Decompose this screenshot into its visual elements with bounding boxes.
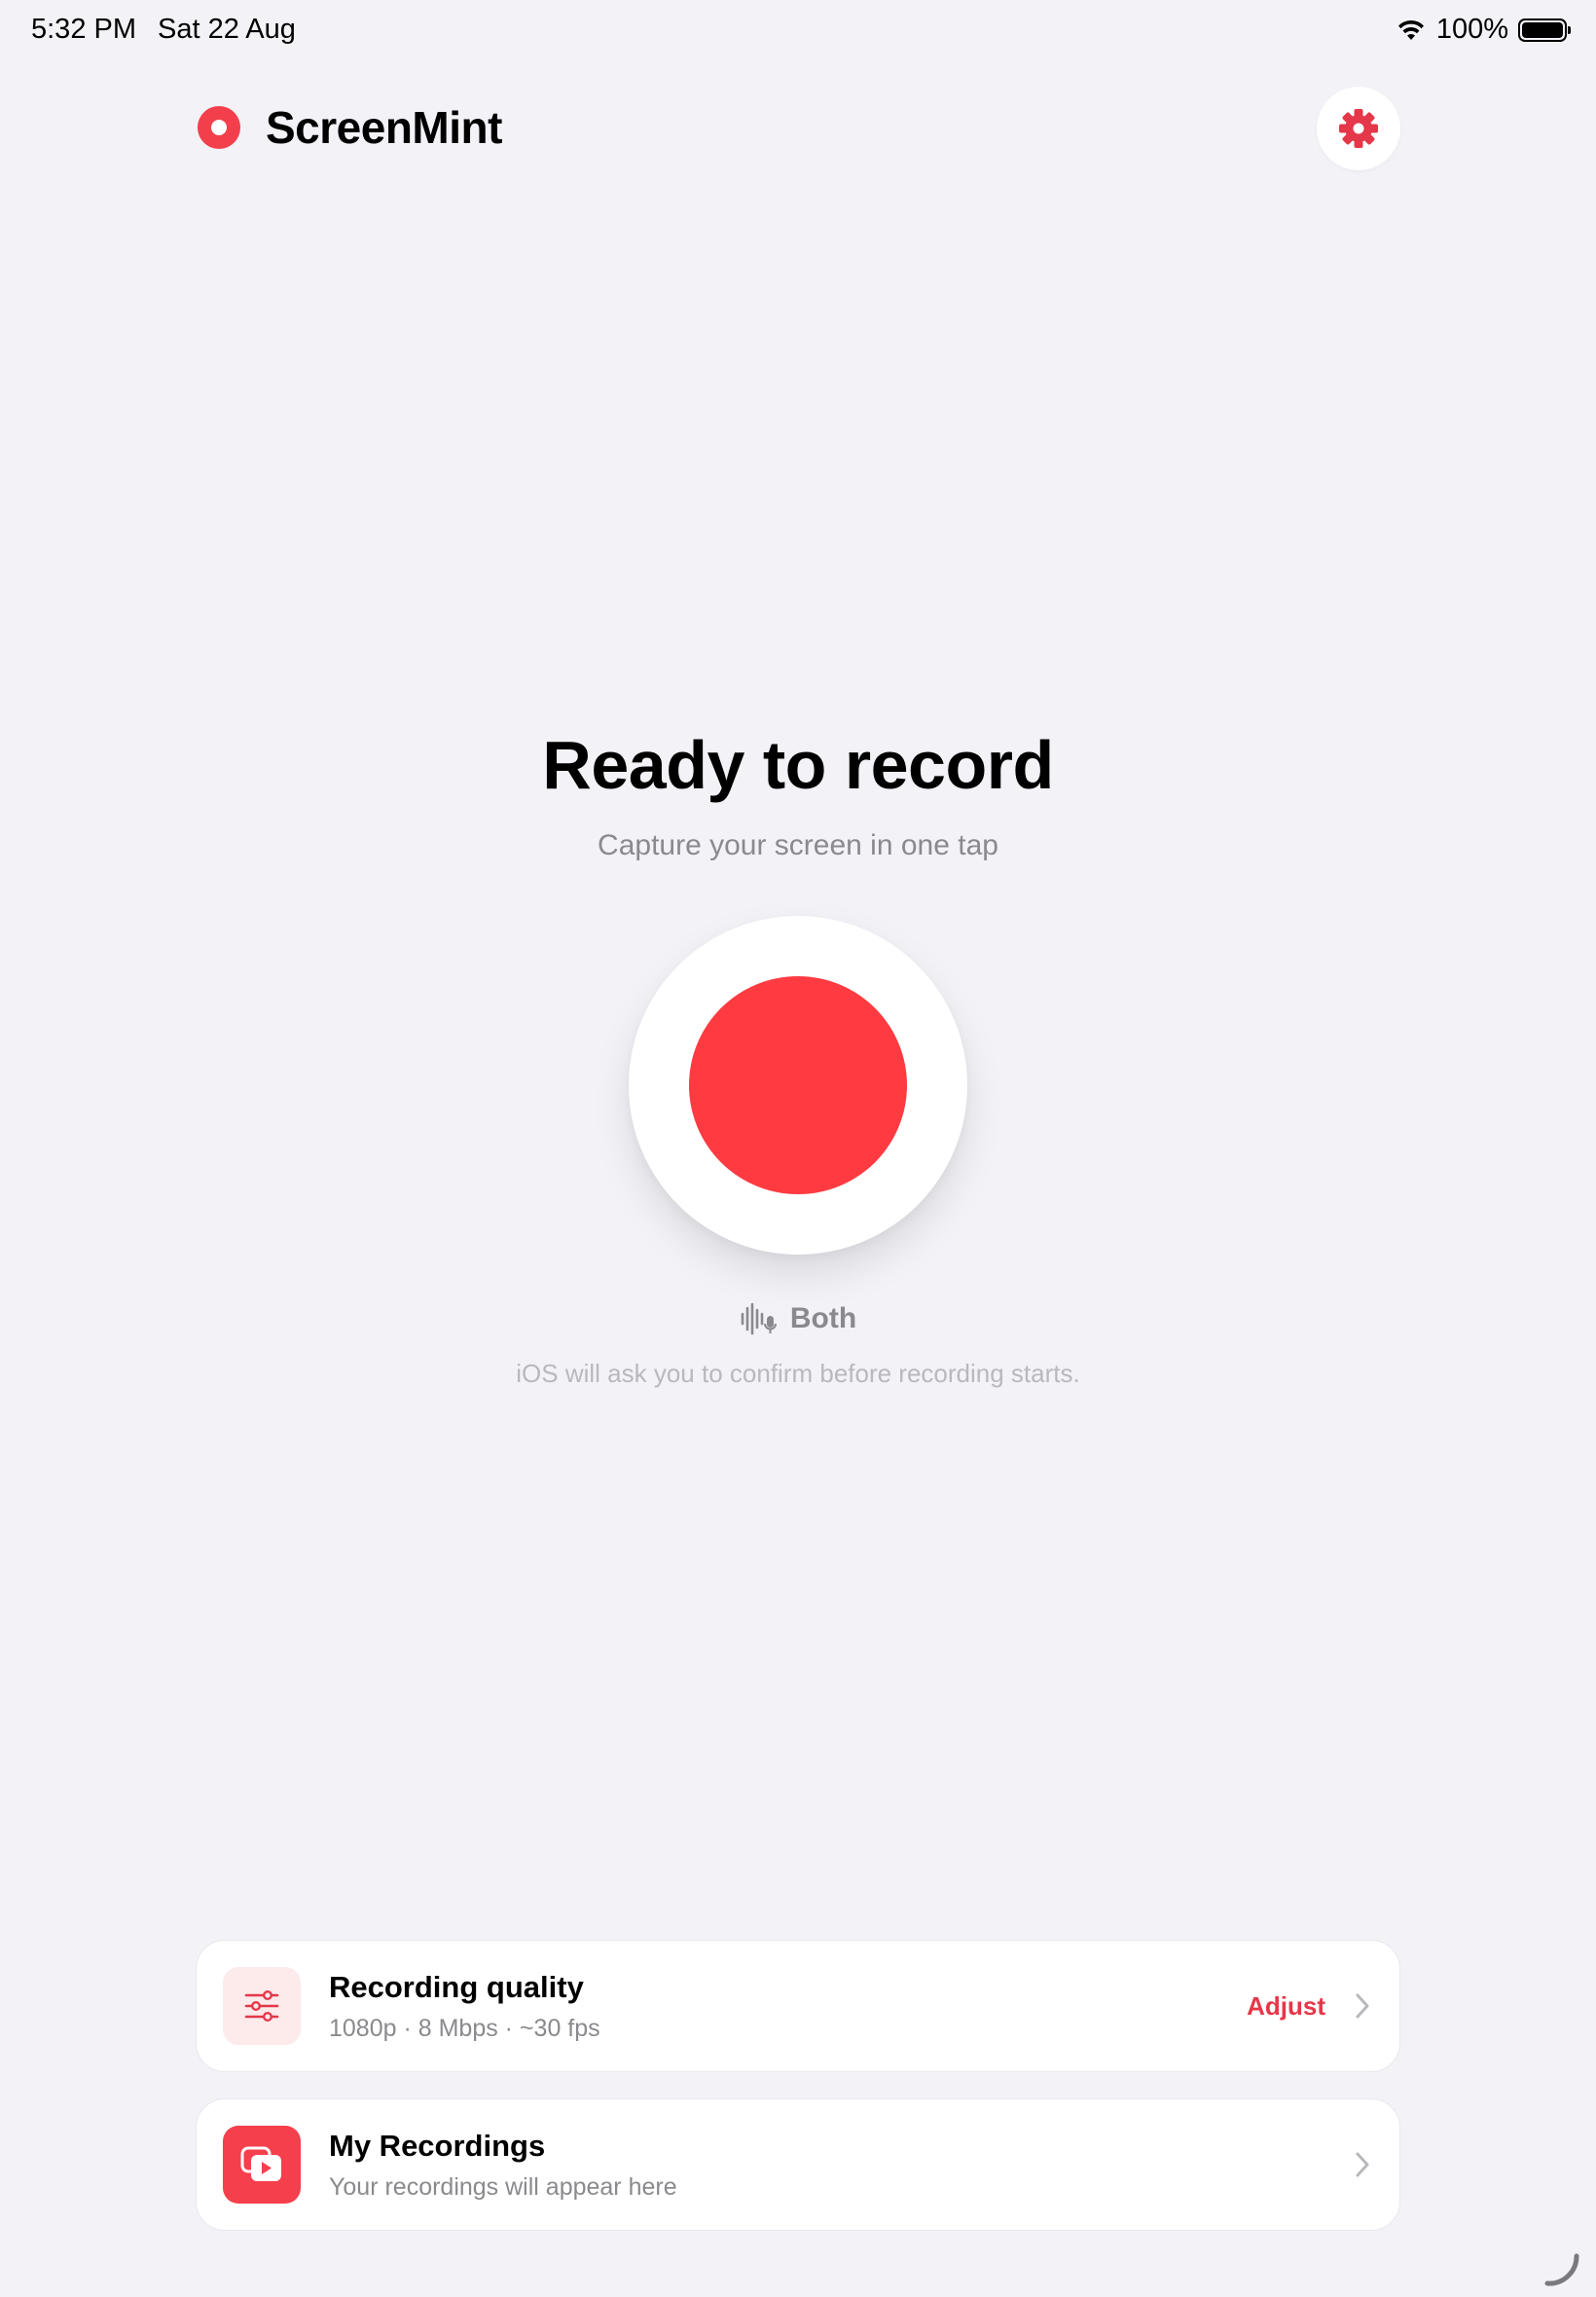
status-bar-right: 100% — [1396, 14, 1571, 46]
quality-text: Recording quality 1080p · 8 Mbps · ~30 f… — [329, 1970, 1247, 2043]
quality-title: Recording quality — [329, 1969, 584, 2004]
recordings-title: My Recordings — [329, 2128, 546, 2163]
app-brand: ScreenMint — [198, 101, 502, 154]
waveform-mic-icon — [741, 1302, 777, 1335]
my-recordings-card[interactable]: My Recordings Your recordings will appea… — [196, 2098, 1400, 2231]
quality-icon-tile — [223, 1967, 301, 2045]
status-date: Sat 22 Aug — [158, 14, 296, 45]
adjust-button[interactable]: Adjust — [1247, 1991, 1325, 2022]
audio-mode-selector[interactable]: Both — [0, 1302, 1596, 1335]
audio-mode-label: Both — [789, 1302, 857, 1334]
battery-fill — [1522, 21, 1563, 38]
quality-subtitle: 1080p · 8 Mbps · ~30 fps — [329, 2014, 600, 2042]
corner-resize-icon — [1544, 2253, 1579, 2286]
sliders-icon — [244, 1990, 279, 2023]
status-bar-left: 5:32 PM Sat 22 Aug — [31, 14, 296, 46]
hero-title: Ready to record — [542, 727, 1054, 803]
recordings-subtitle: Your recordings will appear here — [329, 2172, 677, 2201]
chevron-right-icon — [1356, 2152, 1369, 2177]
record-button[interactable] — [629, 916, 967, 1255]
chevron-right-icon — [1356, 1993, 1369, 2019]
confirm-hint: iOS will ask you to confirm before recor… — [516, 1359, 1080, 1388]
hero-subtitle: Capture your screen in one tap — [598, 829, 998, 861]
record-button-icon — [689, 976, 907, 1194]
recordings-text: My Recordings Your recordings will appea… — [329, 2129, 1355, 2202]
battery-icon — [1518, 18, 1571, 42]
record-dot-icon — [198, 106, 240, 149]
play-stack-icon — [240, 2146, 281, 2181]
recordings-icon-tile — [223, 2126, 301, 2204]
wifi-icon — [1397, 19, 1424, 40]
settings-button[interactable] — [1317, 87, 1400, 170]
battery-percent: 100% — [1435, 14, 1508, 45]
status-time: 5:32 PM — [31, 14, 136, 45]
gear-icon — [1339, 109, 1378, 148]
app-screen: 5:32 PM Sat 22 Aug 100% ScreenMint Ready… — [0, 0, 1596, 2297]
app-name: ScreenMint — [266, 102, 502, 153]
recording-quality-card[interactable]: Recording quality 1080p · 8 Mbps · ~30 f… — [196, 1940, 1400, 2072]
